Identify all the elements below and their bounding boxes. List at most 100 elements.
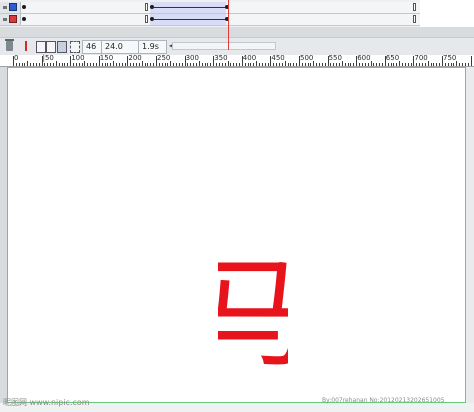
ruler-tick bbox=[276, 63, 277, 66]
ruler-tick bbox=[413, 56, 414, 66]
ruler-tick bbox=[356, 56, 357, 66]
ruler-tick bbox=[159, 63, 160, 66]
playhead[interactable] bbox=[228, 0, 229, 50]
ruler-tick bbox=[290, 63, 291, 66]
ruler-tick bbox=[402, 63, 403, 66]
ruler-tick bbox=[359, 63, 360, 66]
ruler-tick bbox=[448, 63, 449, 66]
ruler-label: 550 bbox=[328, 54, 342, 62]
timeline-layer-2[interactable] bbox=[0, 14, 420, 26]
ruler-label: 200 bbox=[128, 54, 142, 62]
ruler-tick bbox=[296, 63, 297, 66]
ruler-tick bbox=[205, 63, 206, 66]
layer-outline-color-icon[interactable] bbox=[9, 15, 17, 23]
ruler-tick bbox=[453, 63, 454, 66]
ruler-tick bbox=[187, 63, 188, 66]
frame-span-end[interactable] bbox=[145, 15, 148, 23]
ruler-tick bbox=[288, 63, 289, 66]
layer-outline-color-icon[interactable] bbox=[9, 3, 17, 11]
ruler-tick bbox=[153, 63, 154, 66]
stage-character-shape[interactable]: 马 bbox=[218, 243, 288, 383]
ruler-tick bbox=[345, 63, 346, 66]
frame-rate-field[interactable]: 24.0 fps bbox=[101, 40, 140, 63]
ruler-tick bbox=[219, 63, 220, 66]
ruler-tick bbox=[139, 63, 140, 66]
ruler-tick bbox=[459, 63, 460, 66]
ruler-tick bbox=[328, 56, 329, 66]
elapsed-time-field[interactable]: 1.9s bbox=[138, 40, 167, 54]
onion-skin-outlines-icon[interactable] bbox=[46, 41, 56, 53]
ruler-tick bbox=[179, 63, 180, 66]
ruler-tick bbox=[199, 61, 200, 66]
ruler-tick bbox=[150, 63, 151, 66]
onion-skin-icon[interactable] bbox=[36, 41, 46, 53]
ruler-label: 300 bbox=[185, 54, 199, 62]
keyframe-icon[interactable] bbox=[22, 5, 26, 9]
ruler-tick bbox=[196, 63, 197, 66]
ruler-tick bbox=[210, 63, 211, 66]
ruler-tick bbox=[99, 56, 100, 66]
ruler-tick bbox=[350, 63, 351, 66]
ruler-tick bbox=[27, 61, 28, 66]
ruler-tick bbox=[67, 63, 68, 66]
ruler-tick bbox=[22, 63, 23, 66]
edit-multiple-frames-icon[interactable] bbox=[57, 41, 67, 53]
ruler-tick bbox=[293, 63, 294, 66]
delete-layer-icon[interactable] bbox=[5, 39, 14, 51]
flash-editor: 46 24.0 fps 1.9s ◂ 0|5010015020025030035… bbox=[0, 0, 474, 412]
ruler-tick bbox=[431, 63, 432, 66]
ruler-tick bbox=[147, 63, 148, 66]
frame-span-end[interactable] bbox=[145, 3, 148, 11]
ruler-label: 450 bbox=[271, 54, 285, 62]
ruler-tick bbox=[16, 63, 17, 66]
ruler-label: 500 bbox=[300, 54, 314, 62]
frame-span-end[interactable] bbox=[413, 15, 416, 23]
stage-right-margin bbox=[466, 67, 474, 412]
timeline-layer-1[interactable] bbox=[0, 2, 420, 14]
ruler-tick bbox=[216, 63, 217, 66]
layer-2-frames[interactable] bbox=[20, 14, 417, 25]
layer-1-frames[interactable] bbox=[20, 2, 417, 13]
ruler-tick bbox=[130, 63, 131, 66]
ruler-tick bbox=[316, 63, 317, 66]
ruler-tick bbox=[13, 56, 14, 66]
ruler-label: 400 bbox=[242, 54, 257, 62]
ruler-tick bbox=[73, 63, 74, 66]
ruler-tick bbox=[308, 63, 309, 66]
ruler-tick bbox=[190, 63, 191, 66]
ruler-tick bbox=[305, 63, 306, 66]
visibility-dot-icon[interactable] bbox=[3, 18, 7, 21]
ruler-tick bbox=[59, 63, 60, 66]
tween-arrow bbox=[153, 19, 226, 20]
stage[interactable]: 马 bbox=[7, 67, 466, 403]
ruler-tick bbox=[425, 63, 426, 66]
ruler-tick bbox=[50, 63, 51, 66]
ruler-tick bbox=[122, 63, 123, 66]
ruler-tick bbox=[348, 63, 349, 66]
ruler-tick bbox=[82, 63, 83, 66]
timeline-horizontal-scrollbar[interactable] bbox=[172, 42, 276, 50]
ruler-tick bbox=[396, 63, 397, 66]
ruler-tick bbox=[333, 63, 334, 66]
layer-2-controls bbox=[0, 14, 21, 25]
ruler-tick bbox=[336, 63, 337, 66]
ruler-tick bbox=[456, 61, 457, 66]
ruler-tick bbox=[270, 56, 271, 66]
keyframe-icon[interactable] bbox=[22, 17, 26, 21]
ruler-tick bbox=[64, 63, 65, 66]
ruler-tick bbox=[365, 63, 366, 66]
ruler-tick bbox=[185, 56, 186, 66]
ruler-tick bbox=[70, 56, 71, 66]
ruler-tick bbox=[385, 56, 386, 66]
center-frame-icon[interactable] bbox=[25, 41, 27, 51]
modify-onion-markers-icon[interactable] bbox=[70, 41, 80, 53]
ruler-tick bbox=[136, 63, 137, 66]
ruler-tick bbox=[24, 63, 25, 66]
visibility-dot-icon[interactable] bbox=[3, 6, 7, 9]
ruler-tick bbox=[119, 63, 120, 66]
ruler-tick bbox=[445, 63, 446, 66]
frame-span-end[interactable] bbox=[413, 3, 416, 11]
ruler-label: 0 bbox=[14, 54, 19, 62]
ruler-tick bbox=[133, 63, 134, 66]
ruler-tick bbox=[113, 61, 114, 66]
